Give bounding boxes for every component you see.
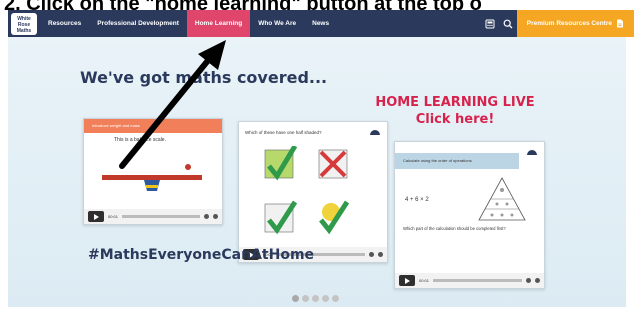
video-progress-bar[interactable]: [122, 215, 200, 218]
live-title: HOME LEARNING LIVE: [375, 95, 535, 110]
video-card-weight-mass[interactable]: Introduce weight and mass This is a bala…: [83, 118, 223, 225]
premium-resources-button[interactable]: Premium Resources Centre: [516, 10, 634, 37]
live-cta: Click here!: [415, 112, 495, 127]
carousel-dot[interactable]: [302, 295, 309, 302]
hero-banner[interactable]: We've got maths covered... Introduce wei…: [8, 37, 626, 307]
video-time: 00:01: [108, 214, 119, 219]
nav-item-home-learning[interactable]: Home Learning: [186, 10, 251, 37]
card-banner: Introduce weight and mass: [84, 119, 222, 133]
fullscreen-icon[interactable]: [378, 252, 383, 257]
hero-headline: We've got maths covered...: [80, 68, 328, 87]
carousel-dot[interactable]: [332, 295, 339, 302]
nav-item-who-we-are[interactable]: Who We Are: [250, 10, 304, 37]
fullscreen-icon[interactable]: [213, 214, 218, 219]
card-text: This is a balance scale.: [114, 137, 166, 143]
hashtag-text: #MathsEveryoneCanAtHome: [88, 247, 315, 263]
pyramid-illustration: [478, 177, 526, 221]
white-rose-badge-icon: [527, 150, 537, 155]
math-expression: 4 + 6 × 2: [405, 197, 429, 203]
carousel-indicators: [292, 295, 339, 302]
card-question: Which of these have one half shaded?: [245, 130, 322, 135]
carousel-dot[interactable]: [322, 295, 329, 302]
settings-icon[interactable]: [204, 214, 209, 219]
premium-resources-label: Premium Resources Centre: [526, 20, 612, 27]
nav-item-resources[interactable]: Resources: [40, 10, 89, 37]
card-question: Which part of the calculation should be …: [403, 226, 506, 231]
fullscreen-icon[interactable]: [535, 278, 540, 283]
nav-item-news[interactable]: News: [304, 10, 337, 37]
white-rose-logo[interactable]: White Rose Maths: [8, 10, 40, 37]
settings-icon[interactable]: [369, 252, 374, 257]
fraction-shapes-illustration: [264, 146, 350, 235]
carousel-dot[interactable]: [292, 295, 299, 302]
nav-item-professional-development[interactable]: Professional Development: [89, 10, 187, 37]
video-progress-bar[interactable]: [433, 279, 522, 282]
document-icon: [617, 19, 623, 28]
video-card-fractions[interactable]: Which of these have one half shaded? 00:…: [238, 121, 388, 263]
home-learning-live-link[interactable]: HOME LEARNING LIVE Click here!: [360, 94, 550, 128]
video-controls[interactable]: 00:01: [395, 273, 544, 288]
top-navigation-bar: White Rose Maths Resources Professional …: [8, 10, 634, 37]
video-time: 00:01: [419, 278, 430, 283]
video-controls[interactable]: 00:01: [84, 209, 222, 224]
search-icon[interactable]: [499, 10, 517, 37]
settings-icon[interactable]: [526, 278, 531, 283]
carousel-dot[interactable]: [312, 295, 319, 302]
calculator-icon[interactable]: [481, 10, 499, 37]
card-banner-text: Calculate using the order of operations: [403, 158, 472, 163]
video-card-order-of-operations[interactable]: Calculate using the order of operations …: [394, 141, 545, 289]
play-button[interactable]: [399, 275, 415, 286]
balance-scale-illustration: [102, 164, 202, 191]
play-button[interactable]: [88, 211, 104, 222]
